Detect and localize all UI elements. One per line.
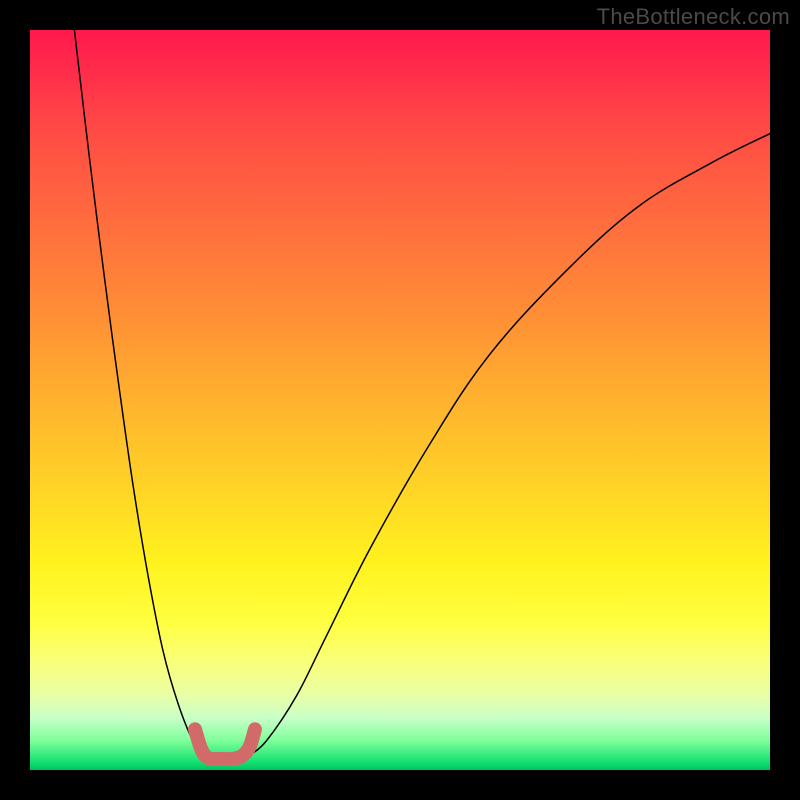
series-right-branch <box>250 134 770 756</box>
plot-area <box>30 30 770 770</box>
series-left-branch <box>74 30 204 755</box>
series-valley-highlight <box>195 729 255 759</box>
chart-svg <box>30 30 770 770</box>
watermark-text: TheBottleneck.com <box>597 4 790 30</box>
